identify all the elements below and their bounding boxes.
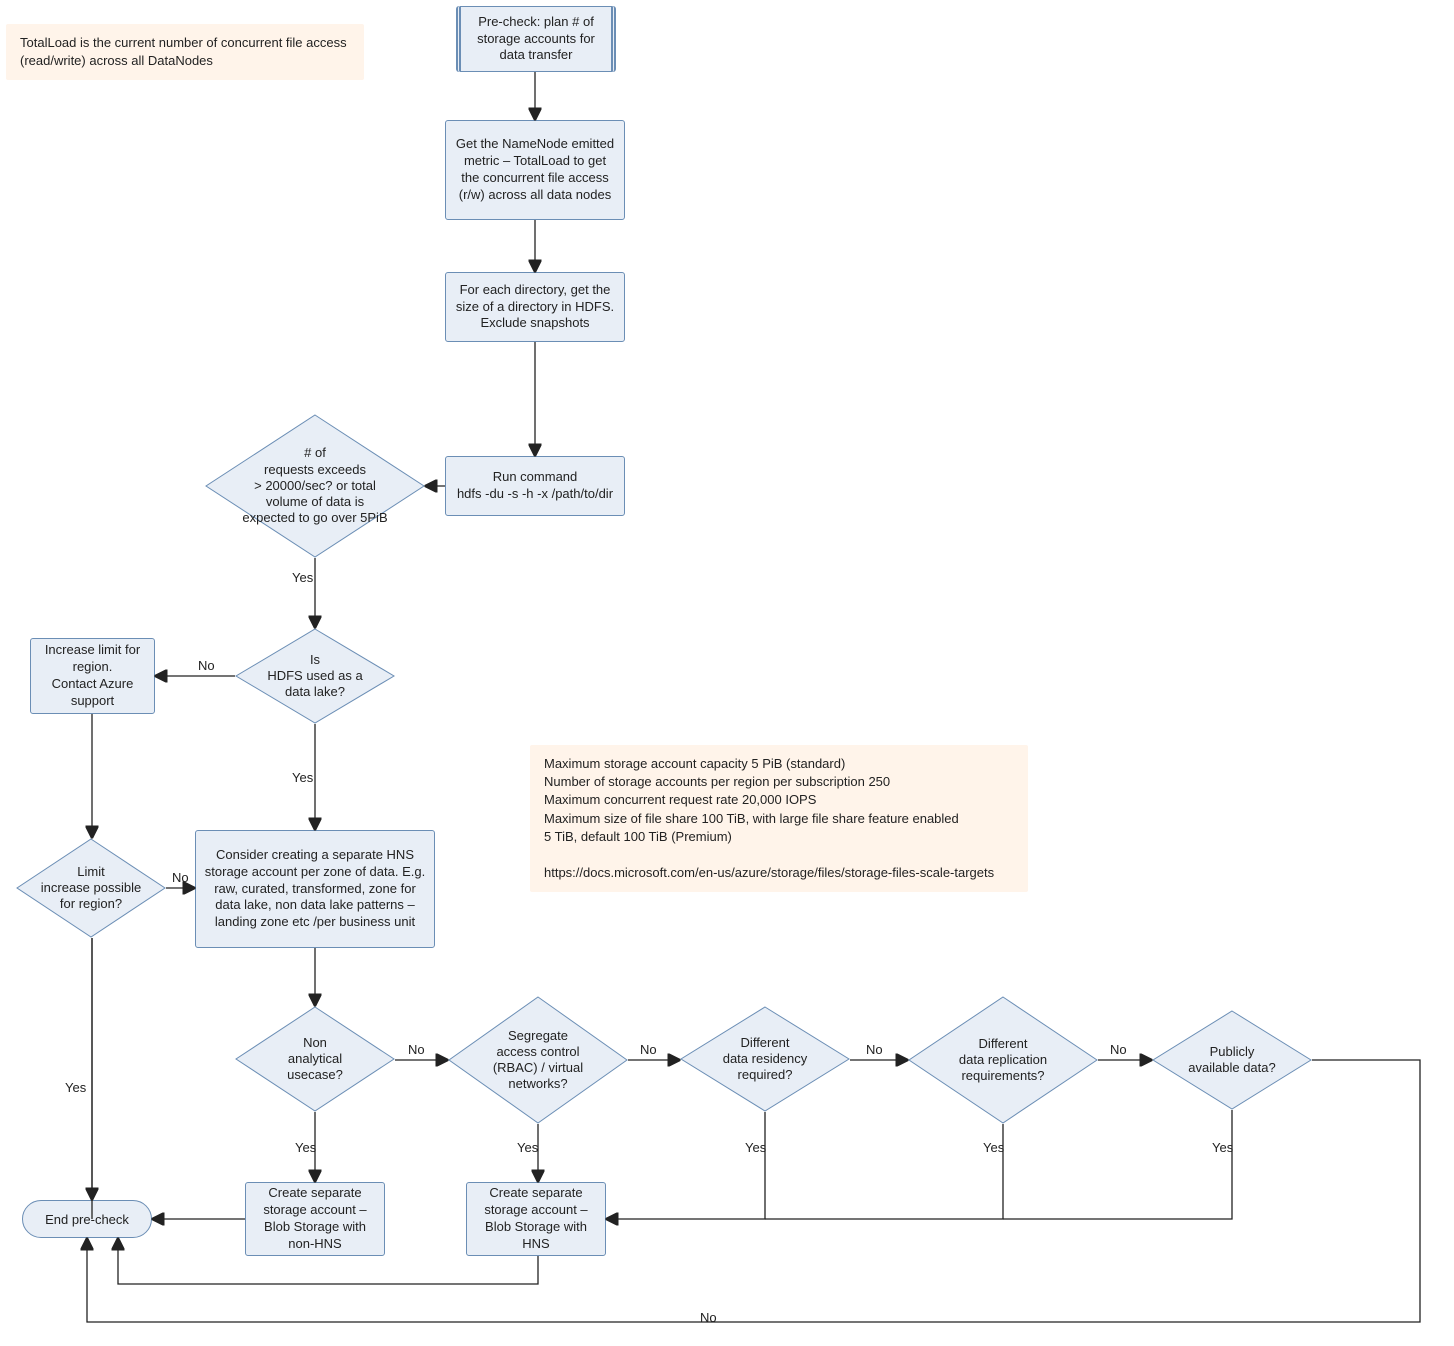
label-yes-1: Yes (292, 570, 313, 585)
decision-limit-possible: Limit increase possible for region? (16, 838, 166, 938)
label-yes-2: Yes (292, 770, 313, 785)
decision-datalake: Is HDFS used as a data lake? (235, 628, 395, 724)
label-no-2: No (172, 870, 189, 885)
box-runcmd: Run command hdfs -du -s -h -x /path/to/d… (445, 456, 625, 516)
box-dirsize: For each directory, get the size of a di… (445, 272, 625, 342)
connectors (0, 0, 1454, 1346)
label-yes-7: Yes (983, 1140, 1004, 1155)
decision-nonanalytical: Non analytical usecase? (235, 1006, 395, 1112)
label-no-3: No (408, 1042, 425, 1057)
decision-requests: # of requests exceeds > 20000/sec? or to… (205, 414, 425, 558)
decision-replication: Different data replication requirements? (908, 996, 1098, 1124)
label-yes-8: Yes (1212, 1140, 1233, 1155)
label-yes-3: Yes (65, 1080, 86, 1095)
label-yes-5: Yes (517, 1140, 538, 1155)
note-totalload: TotalLoad is the current number of concu… (6, 24, 364, 80)
decision-public: Publicly available data? (1152, 1010, 1312, 1110)
terminator-end: End pre-check (22, 1200, 152, 1238)
label-no-7: No (700, 1310, 717, 1325)
connectors2 (0, 0, 1454, 1346)
label-no-5: No (866, 1042, 883, 1057)
box-precheck: Pre-check: plan # of storage accounts fo… (456, 6, 616, 72)
label-yes-6: Yes (745, 1140, 766, 1155)
decision-residency: Different data residency required? (680, 1006, 850, 1112)
label-yes-4: Yes (295, 1140, 316, 1155)
note-limits: Maximum storage account capacity 5 PiB (… (530, 745, 1028, 892)
label-no-4: No (640, 1042, 657, 1057)
label-no-1: No (198, 658, 215, 673)
box-increase-limit: Increase limit for region. Contact Azure… (30, 638, 155, 714)
box-create-nonhns: Create separate storage account – Blob S… (245, 1182, 385, 1256)
box-create-hns: Create separate storage account – Blob S… (466, 1182, 606, 1256)
box-namenode: Get the NameNode emitted metric – TotalL… (445, 120, 625, 220)
box-hns-zones: Consider creating a separate HNS storage… (195, 830, 435, 948)
label-no-6: No (1110, 1042, 1127, 1057)
decision-segregate: Segregate access control (RBAC) / virtua… (448, 996, 628, 1124)
